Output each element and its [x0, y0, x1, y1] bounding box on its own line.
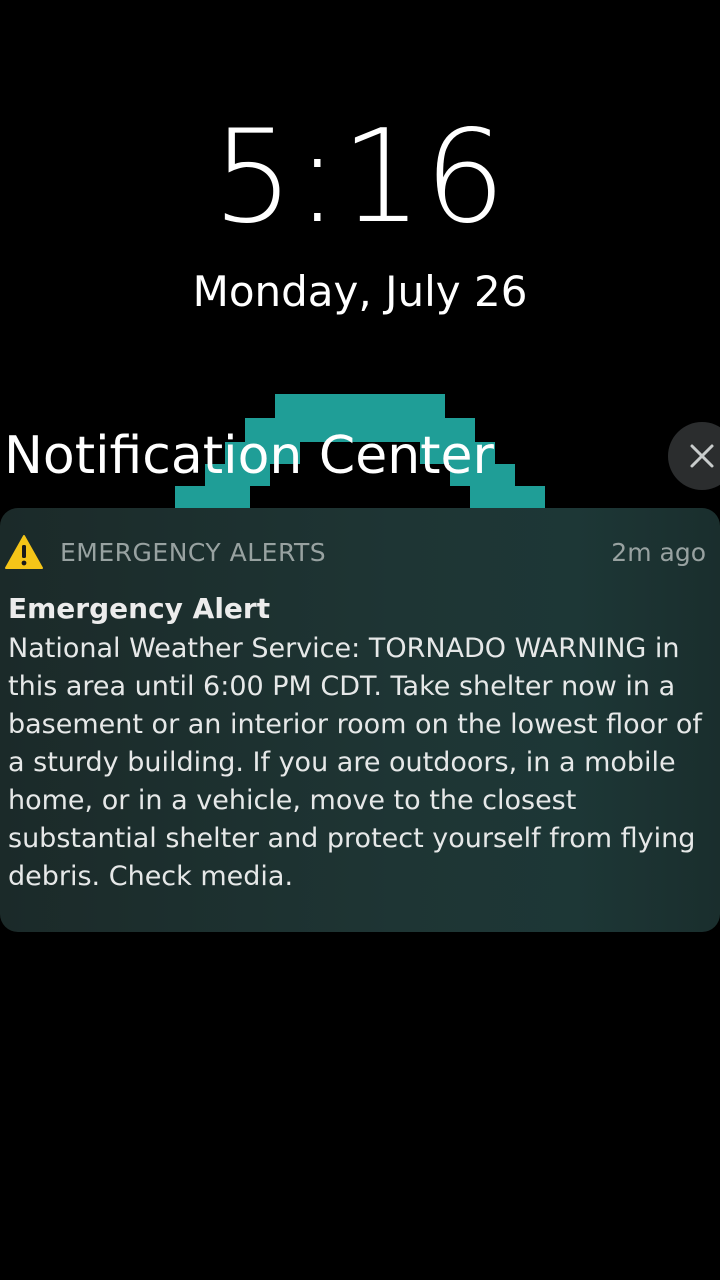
notification-center-title: Notification Center	[4, 426, 494, 486]
notification-title: Emergency Alert	[8, 592, 271, 625]
lockscreen-time: 5:16	[212, 103, 508, 252]
lockscreen-date: Monday, July 26	[192, 267, 528, 316]
notification-header: EMERGENCY ALERTS 2m ago	[0, 530, 720, 574]
close-icon	[690, 444, 714, 468]
emergency-alert-notification[interactable]: EMERGENCY ALERTS 2m ago Emergency Alert …	[0, 508, 720, 932]
notification-body: National Weather Service: TORNADO WARNIN…	[8, 633, 702, 892]
warning-triangle-icon	[5, 535, 43, 569]
notification-timestamp: 2m ago	[611, 538, 706, 567]
notification-app-name: EMERGENCY ALERTS	[60, 538, 327, 567]
